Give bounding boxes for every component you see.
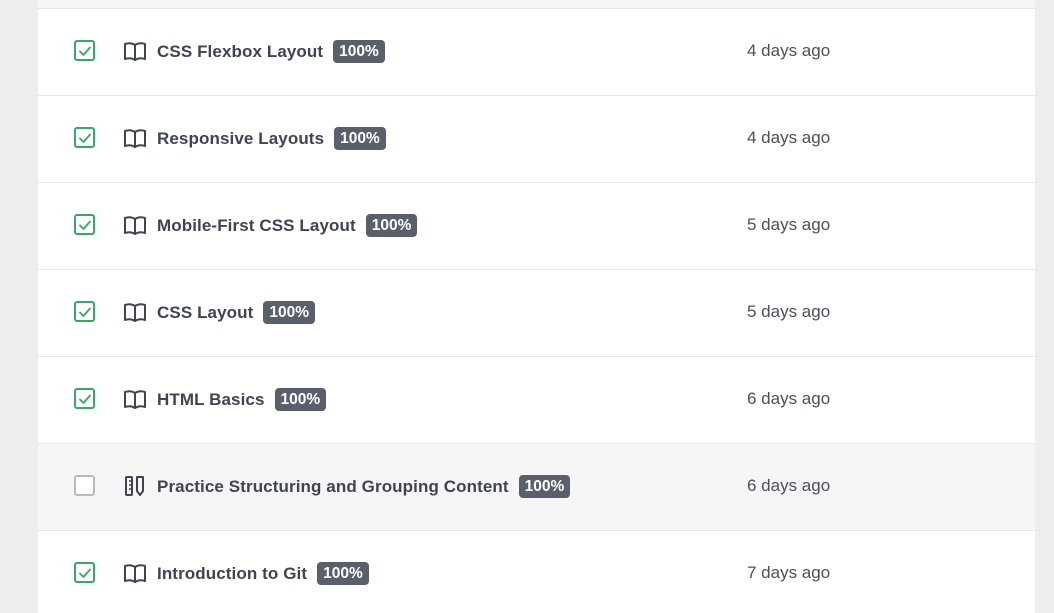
list-item: Introduction to Git 100% 7 days ago [38, 531, 1035, 613]
item-timestamp: 6 days ago [747, 389, 831, 408]
progress-badge: 100% [274, 388, 327, 411]
list-item: HTML Basics 100% 6 days ago [38, 357, 1035, 444]
book-icon [123, 40, 147, 62]
practice-icon [123, 475, 147, 497]
item-timestamp: 4 days ago [747, 41, 831, 60]
checkmark-icon [78, 568, 91, 578]
completed-checkbox[interactable] [74, 214, 95, 235]
book-icon [123, 214, 147, 236]
completed-checkbox[interactable] [74, 301, 95, 322]
list-item: CSS Layout 100% 5 days ago [38, 270, 1035, 357]
list-top-divider [38, 0, 1035, 9]
list-item: CSS Flexbox Layout 100% 4 days ago [38, 9, 1035, 96]
activity-list: CSS Flexbox Layout 100% 4 days ago Respo… [38, 0, 1035, 613]
progress-badge: 100% [263, 301, 316, 324]
checkmark-icon [78, 46, 91, 56]
item-title[interactable]: Practice Structuring and Grouping Conten… [157, 477, 509, 497]
book-icon [123, 127, 147, 149]
book-icon [123, 301, 147, 323]
progress-badge: 100% [317, 562, 369, 585]
checkmark-icon [78, 307, 91, 317]
item-timestamp: 6 days ago [747, 476, 831, 495]
item-timestamp: 5 days ago [747, 215, 831, 234]
completed-checkbox[interactable] [74, 40, 95, 61]
progress-badge: 100% [365, 214, 418, 237]
item-timestamp: 4 days ago [747, 128, 831, 147]
book-icon [123, 388, 147, 410]
progress-badge: 100% [518, 475, 571, 498]
incomplete-checkbox[interactable] [74, 475, 95, 496]
checkmark-icon [78, 220, 91, 230]
checkmark-icon [78, 394, 91, 404]
progress-badge: 100% [333, 40, 385, 63]
item-timestamp: 7 days ago [747, 563, 831, 582]
item-title[interactable]: Introduction to Git [157, 564, 307, 584]
item-title[interactable]: Mobile-First CSS Layout [157, 216, 356, 236]
item-timestamp: 5 days ago [747, 302, 831, 321]
item-title[interactable]: CSS Layout [157, 303, 253, 323]
checkmark-icon [78, 133, 91, 143]
list-item: Practice Structuring and Grouping Conten… [38, 444, 1035, 531]
item-title[interactable]: CSS Flexbox Layout [157, 42, 323, 62]
book-icon [123, 562, 147, 584]
item-title[interactable]: HTML Basics [157, 390, 265, 410]
list-item: Responsive Layouts 100% 4 days ago [38, 96, 1035, 183]
completed-checkbox[interactable] [74, 127, 95, 148]
completed-checkbox[interactable] [74, 562, 95, 583]
list-item: Mobile-First CSS Layout 100% 5 days ago [38, 183, 1035, 270]
progress-badge: 100% [334, 127, 386, 150]
completed-checkbox[interactable] [74, 388, 95, 409]
item-title[interactable]: Responsive Layouts [157, 129, 324, 149]
